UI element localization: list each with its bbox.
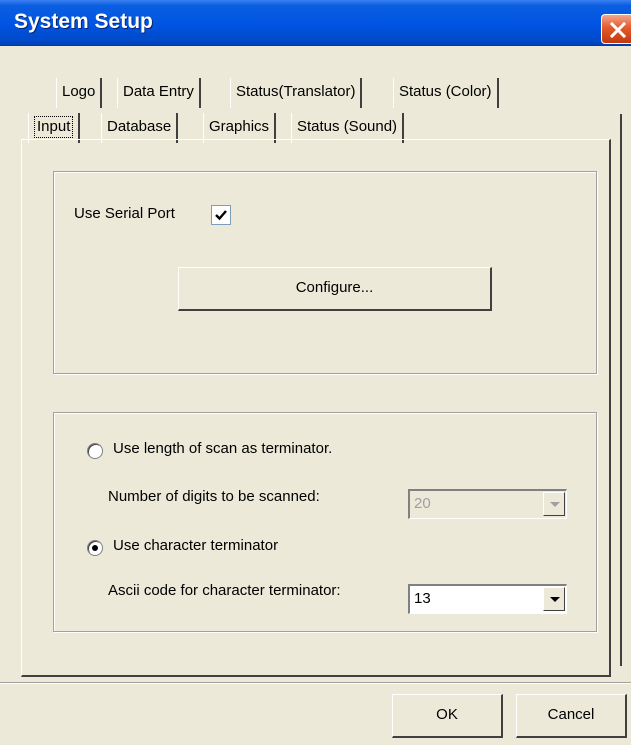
cancel-button[interactable]: Cancel [516,694,627,738]
tab-label: Input [34,116,74,138]
radio-selected-dot [92,545,98,551]
length-terminator-radio[interactable] [87,443,103,459]
chevron-down-icon [550,502,560,507]
tab-data-entry[interactable]: Data Entry [117,78,201,108]
close-button[interactable] [601,14,631,44]
ascii-code-value: 13 [414,590,431,607]
configure-button-label: Configure... [295,279,374,296]
check-icon [215,210,227,221]
chevron-down-icon [550,597,560,602]
tab-label: Status(Translator) [236,83,356,100]
character-terminator-label: Use character terminator [113,537,279,554]
digits-dropdown-button[interactable] [543,492,565,516]
tab-status-color[interactable]: Status (Color) [393,78,499,108]
character-terminator-radio[interactable] [87,540,103,556]
ascii-code-select[interactable]: 13 [408,584,567,614]
tab-label: Status (Color) [399,83,492,100]
digits-select[interactable]: 20 [408,489,567,519]
use-serial-port-label: Use Serial Port [74,205,175,222]
digits-label: Number of digits to be scanned: [108,488,320,505]
ok-button[interactable]: OK [392,694,503,738]
ascii-dropdown-button[interactable] [543,587,565,611]
tab-stack-edge [620,114,622,666]
tab-label: Graphics [209,118,270,135]
tab-label: Logo [62,83,96,100]
tab-label: Database [107,118,172,135]
tab-label: Status (Sound) [297,118,398,135]
ascii-code-label: Ascii code for character terminator: [108,582,341,599]
digits-value: 20 [414,495,431,512]
configure-button[interactable]: Configure... [178,267,492,311]
ok-button-label: OK [436,706,458,723]
tab-logo[interactable]: Logo [56,78,103,108]
length-terminator-label: Use length of scan as terminator. [113,440,333,457]
footer-divider [0,682,631,684]
tab-label: Data Entry [123,83,194,100]
close-icon [609,21,627,39]
tab-status-translator[interactable]: Status(Translator) [230,78,363,108]
title-bar[interactable]: System Setup [0,0,631,46]
cancel-button-label: Cancel [547,706,595,723]
use-serial-port-checkbox[interactable] [211,205,231,225]
window-title: System Setup [14,10,153,33]
